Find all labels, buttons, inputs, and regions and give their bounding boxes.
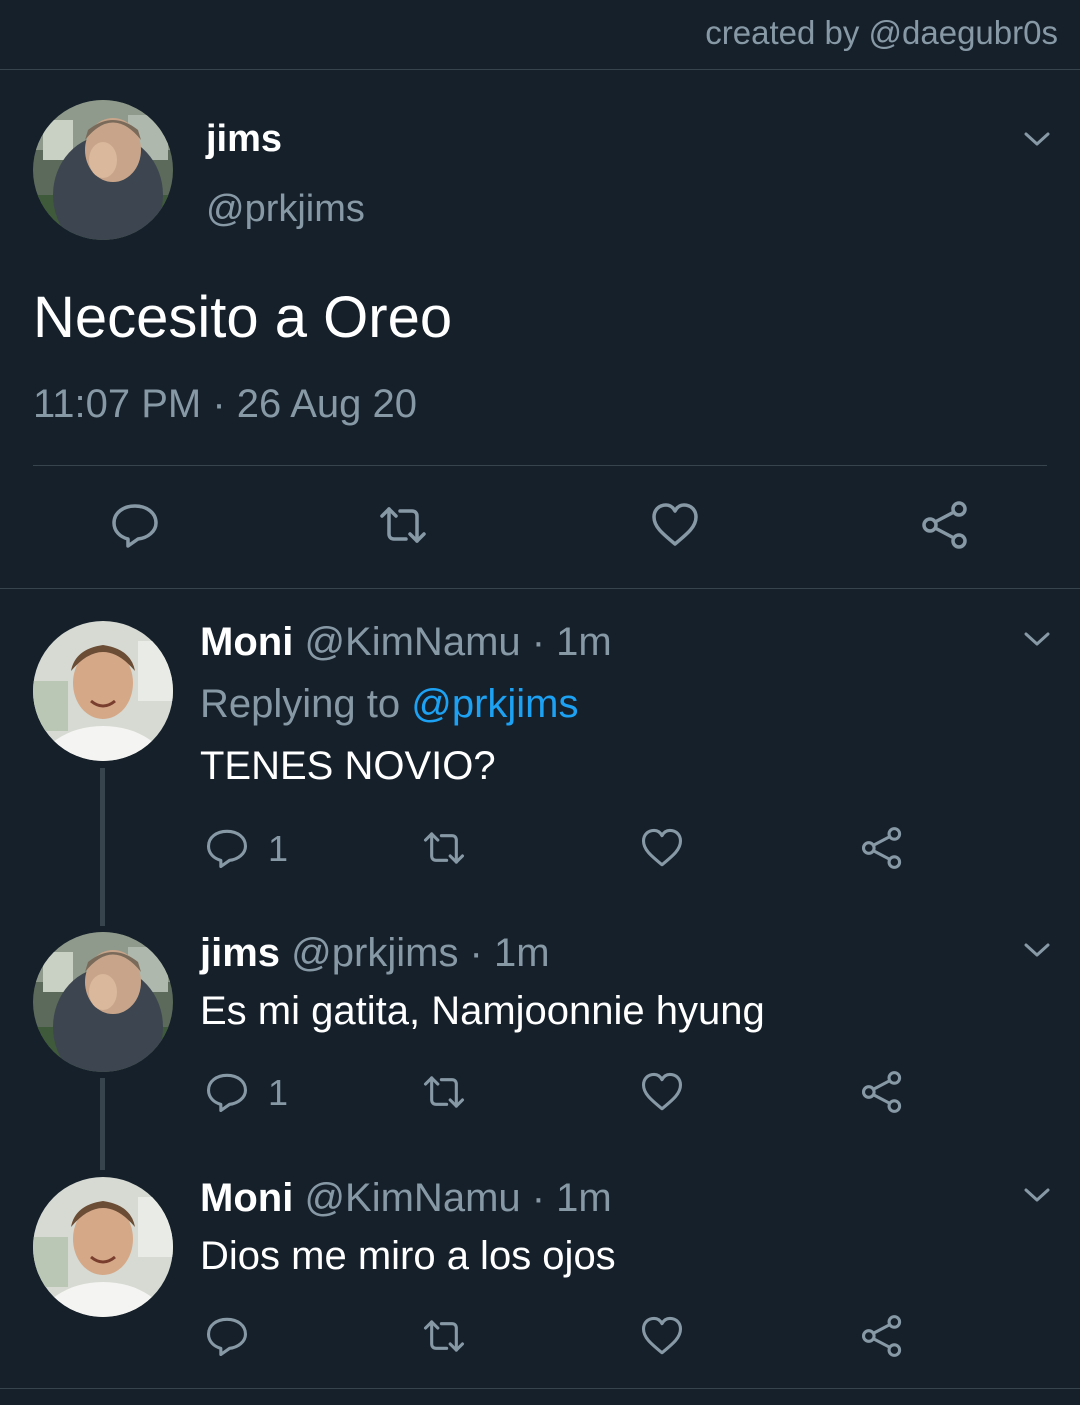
avatar-jims[interactable] [33,932,173,1072]
reply-handle-time: @KimNamu · 1m [304,620,612,664]
chevron-down-icon[interactable] [1022,124,1052,154]
reply-icon[interactable] [205,826,249,870]
share-icon[interactable] [860,1070,904,1114]
reply-tweet[interactable]: jims @prkjims · 1m Es mi gatita, Namjoon… [0,931,1080,1141]
reply-author-name[interactable]: jims [200,931,280,975]
like-icon[interactable] [640,1070,684,1114]
mention-link[interactable]: @prkjims [411,682,578,726]
tweet-text: Necesito a Oreo [33,285,453,350]
like-icon[interactable] [640,1314,684,1358]
divider [0,69,1080,70]
author-name[interactable]: jims [206,118,282,161]
share-icon[interactable] [920,500,970,550]
credit-text: created by @daegubr0s [705,14,1058,51]
reply-icon[interactable] [110,500,160,550]
reply-author-name[interactable]: Moni [200,1176,293,1220]
reply-tweet[interactable]: Moni @KimNamu · 1m Dios me miro a los oj… [0,1176,1080,1376]
reply-icon[interactable] [205,1314,249,1358]
chevron-down-icon[interactable] [1022,935,1052,965]
reply-count: 1 [268,1072,289,1113]
avatar-jims[interactable] [33,100,173,240]
replying-to-line: Replying to @prkjims [200,682,579,727]
retweet-icon[interactable] [422,1070,466,1114]
reply-icon[interactable] [205,1070,249,1114]
retweet-icon[interactable] [378,500,428,550]
avatar-moni[interactable] [33,621,173,761]
reply-count: 1 [268,828,289,869]
reply-author-name[interactable]: Moni [200,620,293,664]
divider [0,1388,1080,1389]
divider [0,588,1080,589]
chevron-down-icon[interactable] [1022,624,1052,654]
chevron-down-icon[interactable] [1022,1180,1052,1210]
tweet-timestamp[interactable]: 11:07 PM · 26 Aug 20 [33,382,417,427]
like-icon[interactable] [640,826,684,870]
reply-text: Es mi gatita, Namjoonnie hyung [200,989,765,1033]
retweet-icon[interactable] [422,1314,466,1358]
reply-text: Dios me miro a los ojos [200,1234,616,1278]
reply-tweet[interactable]: Moni @KimNamu · 1m Replying to @prkjims … [0,620,1080,900]
retweet-icon[interactable] [422,826,466,870]
replying-to-label: Replying to [200,682,412,726]
like-icon[interactable] [650,500,700,550]
share-icon[interactable] [860,1314,904,1358]
reply-handle-time: @prkjims · 1m [291,931,550,975]
author-handle[interactable]: @prkjims [206,188,365,231]
reply-text: TENES NOVIO? [200,744,496,788]
share-icon[interactable] [860,826,904,870]
reply-handle-time: @KimNamu · 1m [304,1176,612,1220]
divider [33,465,1047,466]
avatar-moni[interactable] [33,1177,173,1317]
